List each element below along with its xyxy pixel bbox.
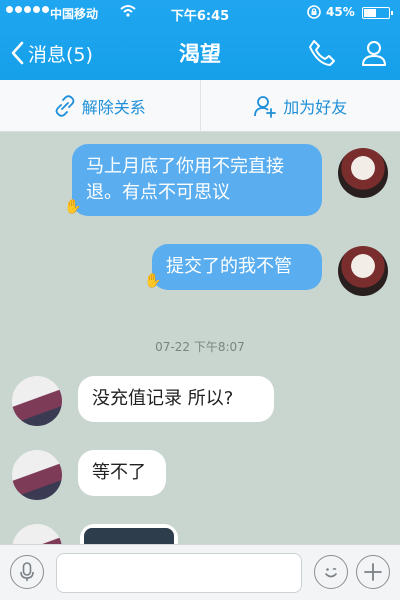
avatar-self[interactable] — [338, 246, 388, 296]
message-bubble-incoming[interactable]: 等不了 — [78, 450, 166, 496]
top-bar: 中国移动 下午6:45 45% 消息(5) 渴望 — [0, 0, 400, 80]
plus-icon — [364, 563, 382, 581]
battery-percent: 45% — [326, 5, 355, 19]
add-friend-button[interactable]: 加为好友 — [199, 80, 400, 131]
avatar-contact[interactable] — [12, 450, 62, 500]
add-friend-label: 加为好友 — [283, 97, 348, 117]
unlink-button[interactable]: 解除关系 — [0, 80, 200, 131]
avatar-contact[interactable] — [12, 376, 62, 426]
voice-button[interactable] — [10, 555, 44, 589]
message-timestamp: 07-22 下午8:07 — [155, 340, 245, 354]
phone-icon[interactable] — [306, 37, 338, 69]
hand-icon: ✋ — [144, 273, 162, 289]
message-input[interactable] — [56, 553, 302, 593]
chevron-left-icon — [11, 41, 24, 65]
battery-icon — [362, 7, 393, 19]
rotation-lock-icon — [307, 5, 321, 19]
avatar-self[interactable] — [338, 148, 388, 198]
message-text: 马上月底了你用不完直接 — [86, 156, 284, 177]
unlink-label: 解除关系 — [81, 97, 146, 117]
chat-area[interactable]: 马上月底了你用不完直接 退。有点不可思议 ✋ 提交了的我不管 ✋ 07-22 下… — [0, 132, 400, 544]
back-button[interactable]: 消息(5) — [10, 38, 93, 68]
hand-icon: ✋ — [64, 199, 82, 215]
message-bubble-outgoing[interactable]: 提交了的我不管 ✋ — [144, 244, 322, 290]
add-person-icon — [254, 95, 277, 118]
status-bar: 中国移动 下午6:45 45% — [0, 0, 400, 26]
emoji-button[interactable] — [314, 555, 348, 589]
avatar-contact[interactable] — [12, 524, 62, 544]
more-button[interactable] — [356, 555, 390, 589]
broken-link-icon — [55, 94, 75, 117]
image-message-thumbnail[interactable] — [80, 524, 178, 544]
emoji-icon — [325, 568, 337, 578]
back-label: 消息(5) — [28, 43, 93, 66]
person-icon[interactable] — [358, 37, 390, 69]
message-text: 提交了的我不管 — [166, 256, 292, 277]
message-bubble-outgoing[interactable]: 马上月底了你用不完直接 退。有点不可思议 ✋ — [64, 144, 322, 216]
screenshot-image — [84, 528, 174, 544]
input-bar — [0, 544, 400, 600]
nav-bar: 消息(5) 渴望 — [0, 26, 400, 80]
message-text: 等不了 — [92, 462, 146, 483]
microphone-icon — [20, 562, 34, 581]
chat-title: 渴望 — [179, 42, 221, 66]
relationship-action-bar: 解除关系 加为好友 — [0, 80, 400, 132]
message-text: 退。有点不可思议 — [86, 182, 230, 203]
message-bubble-incoming[interactable]: 没充值记录 所以? — [78, 376, 274, 422]
message-text: 没充值记录 所以? — [92, 388, 234, 409]
